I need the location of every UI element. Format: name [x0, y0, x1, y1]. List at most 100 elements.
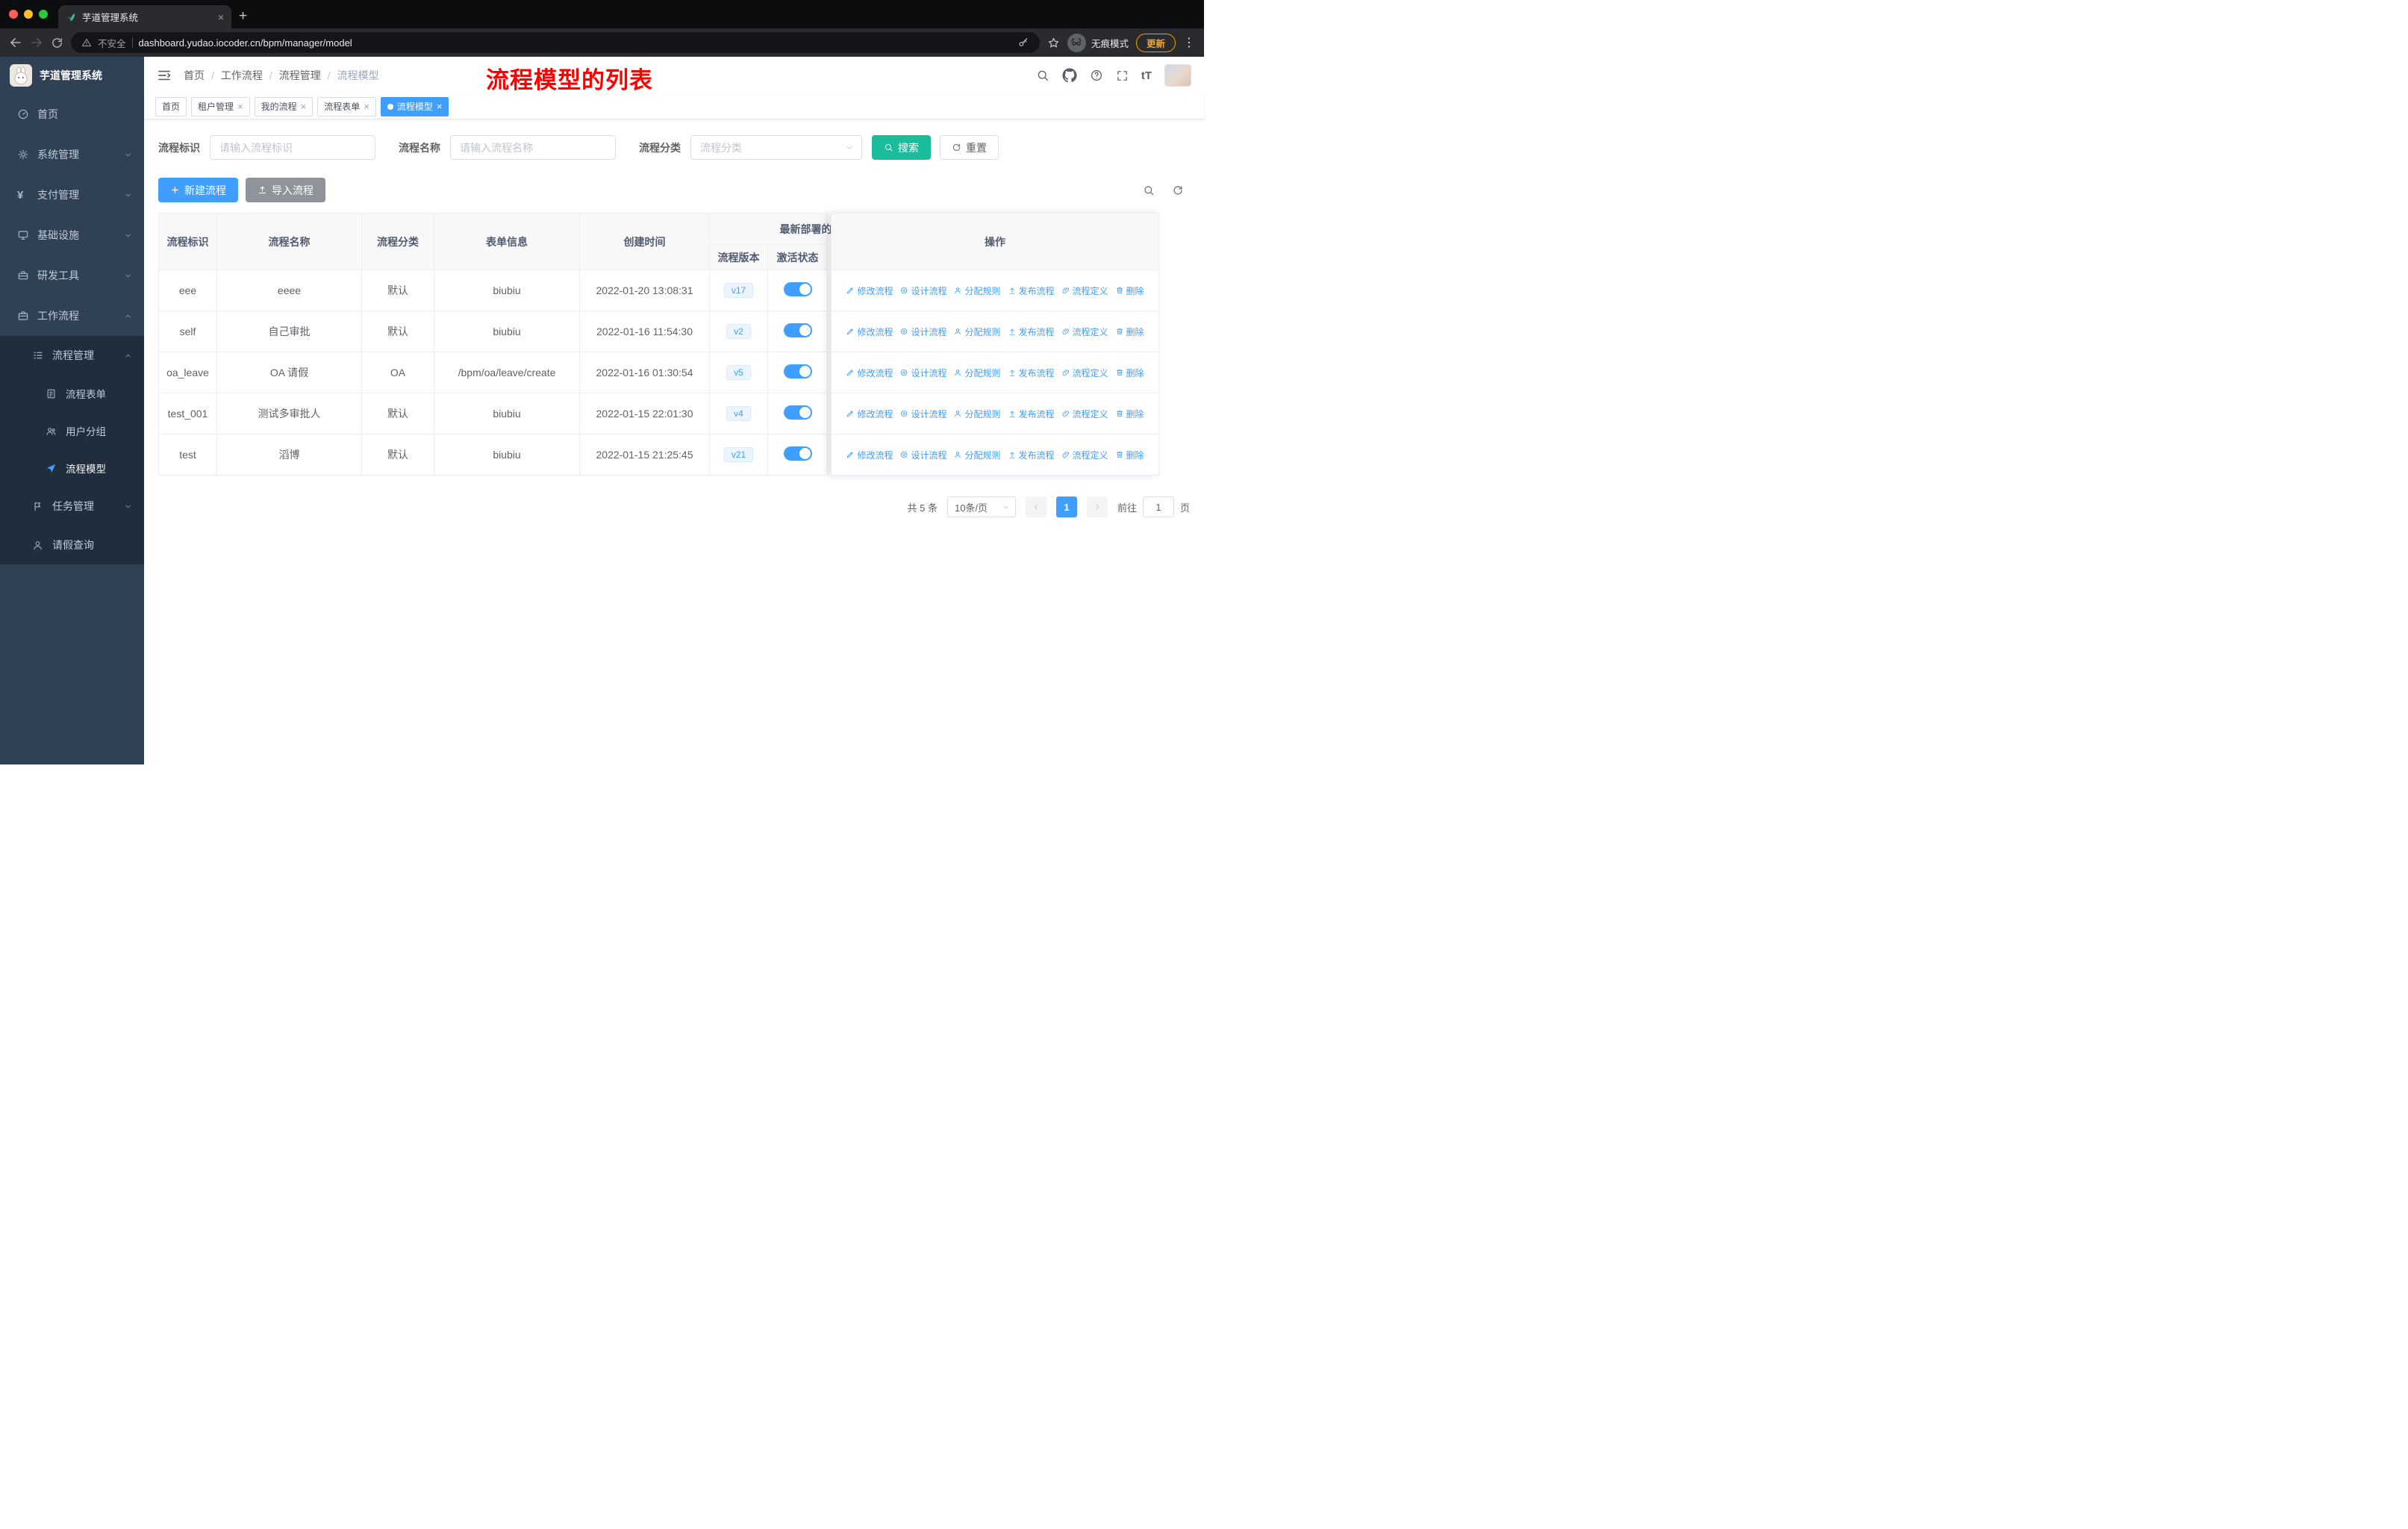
sidebar-item-workflow[interactable]: 工作流程 — [0, 296, 144, 336]
forward-icon[interactable] — [30, 36, 43, 49]
action-assign-rule[interactable]: 分配规则 — [953, 284, 1001, 297]
sidebar-item-task-management[interactable]: 任务管理 — [0, 487, 144, 526]
cell-form-link[interactable]: biubiu — [434, 311, 580, 352]
action-publish-process[interactable]: 发布流程 — [1008, 326, 1055, 338]
active-toggle[interactable] — [783, 405, 812, 420]
action-publish-process[interactable]: 发布流程 — [1008, 449, 1055, 461]
action-process-definition[interactable]: 流程定义 — [1061, 408, 1108, 420]
import-process-button[interactable]: 导入流程 — [246, 178, 325, 202]
back-icon[interactable] — [9, 36, 22, 49]
reload-icon[interactable] — [51, 37, 63, 49]
sidebar-item-process-form[interactable]: 流程表单 — [0, 375, 144, 412]
help-icon[interactable] — [1090, 69, 1103, 82]
zoom-window-button[interactable] — [39, 10, 48, 19]
browser-menu-icon[interactable]: ⋮ — [1183, 35, 1195, 50]
breadcrumb-home[interactable]: 首页 — [184, 68, 205, 83]
cell-process-name-link[interactable]: eeee — [216, 270, 362, 311]
action-delete[interactable]: 删除 — [1115, 367, 1144, 379]
cell-form-link[interactable]: biubiu — [434, 434, 580, 476]
security-label[interactable]: 不安全 — [98, 36, 126, 50]
reset-button[interactable]: 重置 — [940, 135, 999, 160]
page-number-button[interactable]: 1 — [1055, 496, 1077, 517]
tag-home[interactable]: 首页 — [155, 96, 187, 116]
cell-process-name-link[interactable]: OA 请假 — [216, 352, 362, 393]
new-tab-button[interactable]: + — [239, 8, 247, 25]
action-assign-rule[interactable]: 分配规则 — [953, 408, 1001, 420]
update-button[interactable]: 更新 — [1135, 33, 1176, 52]
tag-process-form[interactable]: 流程表单 × — [317, 96, 376, 116]
search-icon[interactable] — [1036, 69, 1049, 82]
action-design-process[interactable]: 设计流程 — [899, 326, 946, 338]
action-delete[interactable]: 删除 — [1115, 284, 1144, 297]
cell-process-name-link[interactable]: 测试多审批人 — [216, 393, 362, 435]
action-modify-process[interactable]: 修改流程 — [846, 408, 893, 420]
action-publish-process[interactable]: 发布流程 — [1008, 367, 1055, 379]
cell-process-name-link[interactable]: 滔博 — [216, 434, 362, 476]
active-toggle[interactable] — [783, 364, 812, 379]
goto-page-input[interactable] — [1142, 496, 1174, 517]
sidebar-item-payment[interactable]: ¥ 支付管理 — [0, 175, 144, 215]
close-window-button[interactable] — [9, 10, 18, 19]
action-publish-process[interactable]: 发布流程 — [1008, 284, 1055, 297]
action-design-process[interactable]: 设计流程 — [899, 408, 946, 420]
action-delete[interactable]: 删除 — [1115, 326, 1144, 338]
action-modify-process[interactable]: 修改流程 — [846, 367, 893, 379]
show-search-icon[interactable] — [1143, 184, 1155, 196]
sidebar-item-home[interactable]: 首页 — [0, 94, 144, 134]
sidebar-item-system[interactable]: 系统管理 — [0, 134, 144, 175]
active-toggle[interactable] — [783, 282, 812, 296]
bookmark-star-icon[interactable] — [1047, 37, 1060, 49]
process-id-input[interactable] — [210, 135, 375, 160]
browser-tab[interactable]: 芋道管理系统 × — [58, 5, 231, 28]
sidebar-item-infrastructure[interactable]: 基础设施 — [0, 215, 144, 255]
sidebar-collapse-icon[interactable] — [157, 68, 172, 83]
breadcrumb-process-management[interactable]: 流程管理 — [279, 68, 321, 83]
action-modify-process[interactable]: 修改流程 — [846, 284, 893, 297]
action-process-definition[interactable]: 流程定义 — [1061, 326, 1108, 338]
sidebar-item-process-management[interactable]: 流程管理 — [0, 336, 144, 375]
password-key-icon[interactable] — [1017, 37, 1029, 49]
url-text[interactable]: dashboard.yudao.iocoder.cn/bpm/manager/m… — [139, 37, 1011, 49]
cell-form-link[interactable]: /bpm/oa/leave/create — [434, 352, 580, 393]
active-toggle[interactable] — [783, 446, 812, 461]
action-assign-rule[interactable]: 分配规则 — [953, 367, 1001, 379]
category-select[interactable]: 流程分类 — [690, 135, 862, 160]
action-delete[interactable]: 删除 — [1115, 449, 1144, 461]
action-assign-rule[interactable]: 分配规则 — [953, 449, 1001, 461]
tag-process-model[interactable]: 流程模型 × — [380, 96, 449, 116]
sidebar-item-user-group[interactable]: 用户分组 — [0, 412, 144, 449]
minimize-window-button[interactable] — [24, 10, 33, 19]
action-publish-process[interactable]: 发布流程 — [1008, 408, 1055, 420]
refresh-icon[interactable] — [1172, 184, 1184, 196]
tag-my-process[interactable]: 我的流程 × — [254, 96, 314, 116]
sidebar-item-dev-tools[interactable]: 研发工具 — [0, 255, 144, 296]
action-modify-process[interactable]: 修改流程 — [846, 449, 893, 461]
action-assign-rule[interactable]: 分配规则 — [953, 326, 1001, 338]
prev-page-button[interactable] — [1025, 496, 1047, 517]
close-icon[interactable]: × — [237, 101, 243, 112]
cell-form-link[interactable]: biubiu — [434, 393, 580, 435]
cell-process-name-link[interactable]: 自己审批 — [216, 311, 362, 352]
action-delete[interactable]: 删除 — [1115, 408, 1144, 420]
create-process-button[interactable]: 新建流程 — [158, 178, 238, 202]
tab-close-icon[interactable]: × — [218, 11, 224, 23]
action-modify-process[interactable]: 修改流程 — [846, 326, 893, 338]
user-avatar[interactable] — [1164, 64, 1191, 87]
action-design-process[interactable]: 设计流程 — [899, 284, 946, 297]
sidebar-item-leave-query[interactable]: 请假查询 — [0, 526, 144, 564]
action-process-definition[interactable]: 流程定义 — [1061, 449, 1108, 461]
close-icon[interactable]: × — [301, 101, 307, 112]
app-logo[interactable]: 芋道管理系统 — [0, 57, 144, 94]
action-design-process[interactable]: 设计流程 — [899, 449, 946, 461]
cell-form-link[interactable]: biubiu — [434, 270, 580, 311]
page-size-select[interactable]: 10条/页 — [946, 496, 1016, 517]
action-process-definition[interactable]: 流程定义 — [1061, 367, 1108, 379]
close-icon[interactable]: × — [437, 101, 443, 112]
breadcrumb-workflow[interactable]: 工作流程 — [221, 68, 263, 83]
search-button[interactable]: 搜索 — [872, 135, 931, 160]
sidebar-item-process-model[interactable]: 流程模型 — [0, 449, 144, 487]
close-icon[interactable]: × — [364, 101, 369, 112]
next-page-button[interactable] — [1086, 496, 1108, 517]
tag-tenant[interactable]: 租户管理 × — [191, 96, 250, 116]
active-toggle[interactable] — [783, 323, 812, 337]
